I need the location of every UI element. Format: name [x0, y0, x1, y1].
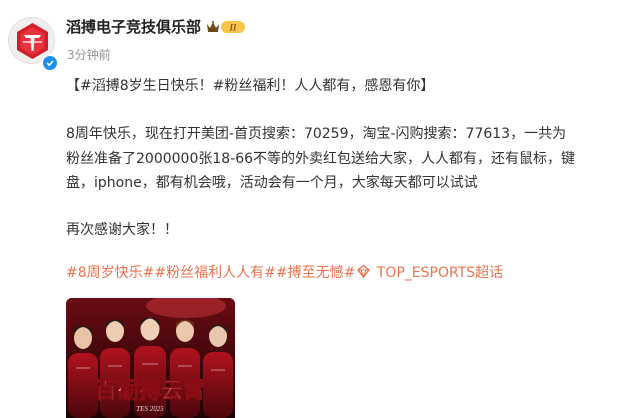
post-body-line-3: 盘，iphone，都有机会哦，活动会有一个月，大家每天都可以试试 [66, 175, 478, 191]
topic-link[interactable]: #8周岁快乐# [66, 265, 154, 281]
topic-link[interactable]: #粉丝福利人人有# [154, 265, 275, 281]
weibo-post-card: 滔搏电子竞技俱乐部 II 3分钟前 【#滔搏8岁生日快乐！#粉丝福利！人人都有，… [0, 0, 631, 418]
post-thanks-line: 再次感谢大家！！ [66, 222, 178, 238]
super-topic-link[interactable]: TOP_ESPORTS超话 [377, 265, 503, 281]
post-body-line-1: 8周年快乐，现在打开美团-首页搜索：70259，淘宝-闪购搜索：77613，一共… [66, 126, 567, 142]
member-level-text: II [228, 23, 237, 33]
team-photo-image: 百砺搏云霄 TES 2025 [66, 298, 235, 418]
member-crown-badge-icon: II [207, 21, 245, 33]
super-topic-diamond-icon [357, 264, 371, 279]
post-timestamp[interactable]: 3分钟前 [67, 46, 111, 63]
banner-sub-text: TES 2025 [136, 405, 164, 413]
post-image[interactable]: 百砺搏云霄 TES 2025 [66, 298, 235, 418]
topic-row: #8周岁快乐##粉丝福利人人有##搏至无憾# TOP_ESPORTS超话 [66, 262, 503, 282]
verified-badge-icon [41, 54, 59, 72]
post-body-line-2: 粉丝准备了2000000张18-66不等的外卖红包送给大家，人人都有，还有鼠标，… [66, 151, 576, 167]
post-headline: 【#滔搏8岁生日快乐！#粉丝福利！人人都有，感恩有你】 [66, 78, 435, 94]
author-name[interactable]: 滔搏电子竞技俱乐部 [66, 16, 201, 37]
topic-link[interactable]: #搏至无憾# [276, 265, 355, 281]
banner-title-text: 百砺搏云霄 [95, 378, 205, 404]
